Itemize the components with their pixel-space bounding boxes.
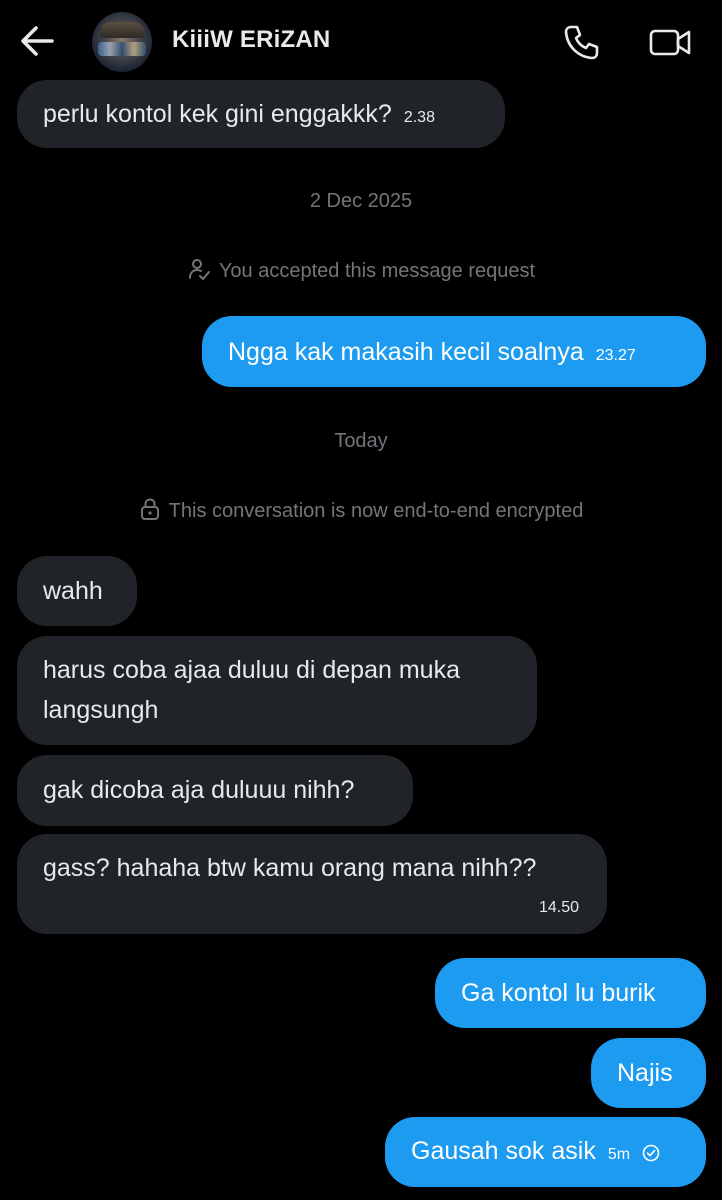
message-text: Gausah sok asik (411, 1137, 596, 1165)
message-request-notice: You accepted this message request (0, 257, 722, 287)
avatar[interactable] (92, 12, 152, 72)
conversation-header: KiiiW ERiZAN (0, 0, 722, 80)
arrow-left-icon (21, 26, 54, 56)
message-text: Ngga kak makasih kecil soalnya (228, 338, 584, 366)
message-bubble-incoming[interactable]: wahh (17, 556, 137, 626)
message-bubble-incoming[interactable]: gak dicoba aja duluuu nihh? (17, 755, 413, 826)
back-button[interactable] (18, 24, 56, 58)
video-camera-icon (649, 29, 691, 56)
message-bubble-incoming[interactable]: gass? hahaha btw kamu orang mana nihh?? … (17, 834, 607, 934)
message-text: harus coba ajaa duluu di depan muka lang… (43, 656, 460, 724)
contact-name[interactable]: KiiiW ERiZAN (172, 26, 330, 54)
check-circle-icon (642, 1134, 660, 1174)
person-check-icon (187, 257, 211, 287)
message-text: gass? hahaha btw kamu orang mana nihh?? (43, 854, 537, 882)
date-separator: 2 Dec 2025 (309, 190, 413, 212)
message-timestamp: 2.38 (403, 109, 435, 126)
call-button[interactable] (562, 22, 602, 62)
video-call-button[interactable] (648, 22, 692, 62)
message-bubble-incoming[interactable]: perlu kontol kek gini enggakkk? 2.38 (17, 80, 505, 148)
message-text: wahh (43, 577, 103, 605)
message-text: perlu kontol kek gini enggakkk? (43, 100, 392, 128)
phone-icon (564, 25, 599, 60)
message-bubble-outgoing[interactable]: Ga kontol lu burik (435, 958, 706, 1028)
message-text: Najis (617, 1059, 673, 1087)
notice-text: This conversation is now end-to-end encr… (168, 500, 584, 522)
message-bubble-outgoing[interactable]: Gausah sok asik 5m (385, 1117, 706, 1187)
message-text: Ga kontol lu burik (461, 979, 656, 1007)
encryption-notice: This conversation is now end-to-end encr… (0, 497, 722, 527)
message-timestamp: 5m (607, 1146, 631, 1163)
message-bubble-outgoing[interactable]: Ngga kak makasih kecil soalnya 23.27 (202, 316, 706, 387)
message-timestamp: 23.27 (595, 347, 636, 364)
notice-text: You accepted this message request (218, 260, 536, 282)
date-separator: Today (334, 430, 388, 452)
message-timestamp: 14.50 (538, 899, 579, 916)
message-bubble-incoming[interactable]: harus coba ajaa duluu di depan muka lang… (17, 636, 537, 745)
lock-icon (139, 497, 161, 527)
message-text: gak dicoba aja duluuu nihh? (43, 776, 355, 804)
message-bubble-outgoing[interactable]: Najis (591, 1038, 706, 1108)
dm-conversation-screen: KiiiW ERiZAN perlu kontol kek gini engga… (0, 0, 722, 1200)
